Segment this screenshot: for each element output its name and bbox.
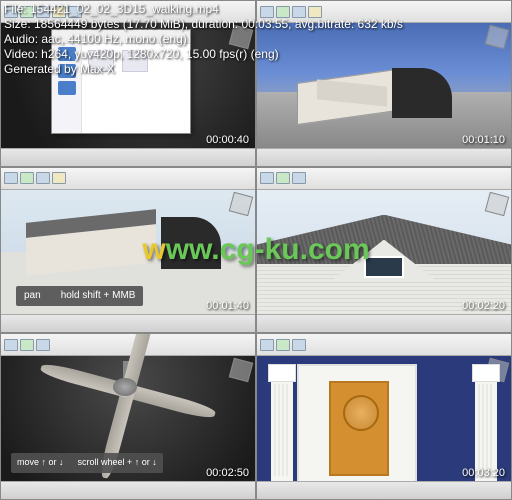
door-medallion (343, 395, 379, 431)
tooltip-shortcut: hold shift + MMB (61, 290, 136, 302)
ribbon-tab[interactable] (20, 339, 34, 351)
door-panel (329, 381, 389, 476)
navigation-tooltip: move ↑ or ↓ scroll wheel + ↑ or ↓ (11, 453, 163, 473)
timestamp: 00:03:20 (462, 467, 505, 479)
ribbon-tab[interactable] (260, 172, 274, 184)
ribbon-tab[interactable] (4, 172, 18, 184)
viewcube-icon[interactable] (485, 191, 509, 215)
navigation-tooltip: pan hold shift + MMB (16, 286, 143, 306)
app-ribbon (1, 334, 255, 356)
statusbar (257, 481, 511, 499)
ribbon-tab[interactable] (276, 172, 290, 184)
ribbon-tab[interactable] (292, 172, 306, 184)
statusbar (257, 148, 511, 166)
ribbon-tab[interactable] (292, 339, 306, 351)
thumbnail-6[interactable]: 00:03:20 (256, 333, 512, 500)
ribbon-tab[interactable] (20, 172, 34, 184)
statusbar (1, 481, 255, 499)
viewcube-icon[interactable] (229, 191, 253, 215)
pilaster-left (271, 364, 293, 484)
viewcube-icon[interactable] (485, 25, 509, 49)
fan-blade (126, 385, 217, 422)
viewport-3d[interactable] (257, 190, 511, 315)
viewport-3d[interactable] (257, 356, 511, 481)
viewport-3d[interactable]: move ↑ or ↓ scroll wheel + ↑ or ↓ (1, 356, 255, 481)
timestamp: 00:02:50 (206, 467, 249, 479)
info-audio: Audio: aac, 44100 Hz, mono (eng) (4, 32, 403, 47)
statusbar (1, 314, 255, 332)
info-file: File: 154421_02_02_3D15_walking.mp4 (4, 2, 403, 17)
media-info-overlay: File: 154421_02_02_3D15_walking.mp4 Size… (4, 2, 403, 77)
app-ribbon (257, 168, 511, 190)
timestamp: 00:01:40 (206, 300, 249, 312)
tooltip-action: move ↑ or ↓ (17, 457, 64, 469)
building-model[interactable] (26, 209, 221, 269)
info-size: Size: 18564449 bytes (17.70 MiB), durati… (4, 17, 403, 32)
ribbon-tab[interactable] (36, 172, 50, 184)
ribbon-tab[interactable] (52, 172, 66, 184)
app-ribbon (257, 334, 511, 356)
timestamp: 00:01:10 (462, 134, 505, 146)
ribbon-tab[interactable] (276, 339, 290, 351)
ribbon-tab[interactable] (36, 339, 50, 351)
window-element (364, 256, 405, 278)
statusbar (257, 314, 511, 332)
tooltip-shortcut: scroll wheel + ↑ or ↓ (78, 457, 157, 469)
viewcube-icon[interactable] (229, 358, 253, 382)
door-frame[interactable] (297, 364, 417, 484)
timestamp: 00:02:20 (462, 300, 505, 312)
folder-icon[interactable] (58, 81, 76, 95)
ribbon-tab[interactable] (4, 339, 18, 351)
viewport-3d[interactable]: pan hold shift + MMB (1, 190, 255, 315)
info-generated: Generated by Max-X (4, 62, 403, 77)
app-ribbon (1, 168, 255, 190)
thumbnail-4[interactable]: 00:02:20 (256, 167, 512, 334)
statusbar (1, 148, 255, 166)
ribbon-tab[interactable] (260, 339, 274, 351)
tooltip-action: pan (24, 290, 41, 302)
timestamp: 00:00:40 (206, 134, 249, 146)
thumbnail-3[interactable]: pan hold shift + MMB 00:01:40 (0, 167, 256, 334)
info-video: Video: h264, yuv420p, 1280x720, 15.00 fp… (4, 47, 403, 62)
thumbnail-5[interactable]: move ↑ or ↓ scroll wheel + ↑ or ↓ 00:02:… (0, 333, 256, 500)
